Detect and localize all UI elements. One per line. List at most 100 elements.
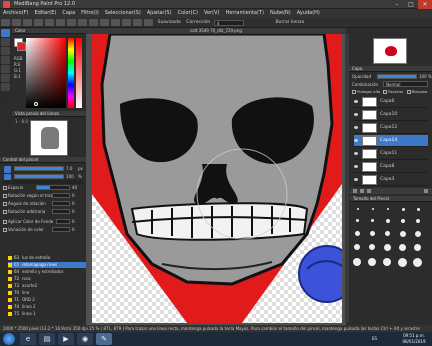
color-variation-slider[interactable] — [52, 227, 70, 232]
brush-size-dot[interactable] — [400, 231, 406, 237]
brush-opacity-slider[interactable] — [14, 174, 64, 179]
list-item[interactable]: 74 linea 2 — [8, 304, 86, 310]
menu-view[interactable]: Ver(V) — [201, 9, 223, 18]
brush-size-dot[interactable] — [384, 244, 391, 251]
option-color-variation[interactable]: Variación de color — [3, 227, 44, 232]
rotation-angle-checkbox[interactable] — [3, 202, 7, 206]
undo-icon[interactable] — [23, 19, 32, 26]
clip-checkbox[interactable] — [383, 90, 388, 94]
delete-layer-icon[interactable] — [424, 189, 428, 193]
brush-size-dot[interactable] — [387, 208, 389, 210]
navigator-thumbnail[interactable] — [30, 120, 68, 156]
menu-filter[interactable]: Filtro(I) — [78, 9, 102, 18]
brush-size-slider[interactable] — [14, 166, 64, 171]
snap-icon[interactable] — [111, 19, 120, 26]
option-rotation-random[interactable]: Rotación arbitraria — [3, 209, 45, 214]
layer-row[interactable]: Capa8 — [354, 161, 428, 173]
bucket-icon[interactable] — [1, 56, 10, 64]
zoom-icon[interactable] — [144, 19, 153, 26]
folder-layer-icon[interactable] — [367, 189, 371, 193]
bg-color-checkbox[interactable] — [3, 220, 7, 224]
brush-size-dot[interactable] — [413, 258, 422, 267]
option-rotation-angle[interactable]: Ángulo de rotación — [3, 201, 46, 206]
rotation-random-checkbox[interactable] — [3, 210, 7, 214]
minimize-button[interactable]: – — [390, 0, 404, 9]
list-item[interactable]: 65 relamapngo.rines — [8, 262, 86, 268]
copy-layer-icon[interactable] — [360, 189, 364, 193]
brush-size-dot[interactable] — [371, 219, 374, 222]
list-item[interactable]: 75 linea 1 — [8, 311, 86, 317]
rotation-stroke-slider[interactable] — [52, 193, 70, 198]
list-item[interactable]: 73 acorte2 — [8, 283, 86, 289]
eye-icon[interactable] — [354, 113, 358, 116]
hue-slider[interactable] — [68, 38, 74, 108]
layer-row[interactable]: Capa3 — [354, 174, 428, 186]
brush-size-dot[interactable] — [398, 258, 407, 267]
menu-tool[interactable]: Herramienta(T) — [223, 9, 267, 18]
option-spacing[interactable]: Espacio — [3, 185, 23, 190]
ie-icon[interactable]: e — [20, 333, 36, 345]
correction-select[interactable]: 4 — [213, 20, 244, 26]
menu-help[interactable]: Ayuda(H) — [294, 9, 323, 18]
brush-size-dot[interactable] — [399, 244, 406, 251]
start-button-icon[interactable] — [3, 333, 15, 345]
menu-file[interactable]: Archivo(F) — [0, 9, 31, 18]
lock-checkbox[interactable] — [406, 90, 411, 94]
layer-row[interactable]: Capa14 — [354, 135, 428, 147]
folder-icon[interactable]: ▤ — [39, 333, 55, 345]
brush-size-dot[interactable] — [386, 219, 390, 223]
color-variation-checkbox[interactable] — [3, 228, 7, 232]
selection-icon[interactable] — [1, 74, 10, 82]
menu-color[interactable]: Color(C) — [175, 9, 201, 18]
list-item[interactable]: 71 ORD 2 — [8, 297, 86, 303]
brush-size-dot[interactable] — [355, 231, 360, 236]
rotation-stroke-checkbox[interactable] — [3, 194, 7, 198]
move-icon[interactable] — [89, 19, 98, 26]
brush-size-dot[interactable] — [356, 219, 359, 222]
spacing-checkbox[interactable] — [3, 186, 7, 190]
pen-tool-icon[interactable] — [1, 29, 10, 37]
protect-alpha-checkbox[interactable] — [352, 90, 356, 94]
media-player-icon[interactable]: ▶ — [58, 333, 74, 345]
menu-layer[interactable]: Capa — [59, 9, 78, 18]
brush-size-dot[interactable] — [357, 208, 359, 210]
dot-icon[interactable] — [1, 47, 10, 55]
rotation-angle-slider[interactable] — [52, 201, 70, 206]
saturation-value-picker[interactable] — [26, 38, 66, 108]
eye-icon[interactable] — [354, 178, 358, 181]
gradient-icon[interactable] — [1, 65, 10, 73]
brush-size-dot[interactable] — [414, 244, 421, 251]
brush-size-dot[interactable] — [385, 231, 390, 236]
list-item[interactable]: 63 luz de estrella — [8, 255, 86, 261]
select-icon[interactable] — [78, 19, 87, 26]
clear-canvas-button[interactable]: Borrar lienzo — [275, 18, 304, 28]
medibang-icon[interactable]: ✎ — [96, 333, 112, 345]
eye-icon[interactable] — [354, 139, 358, 142]
magic-wand-icon[interactable] — [1, 83, 10, 91]
brush-size-dot[interactable] — [401, 219, 405, 223]
layer-opacity-slider[interactable] — [377, 74, 417, 79]
eraser-tool-icon[interactable] — [12, 19, 21, 26]
brush-tool-icon[interactable] — [1, 19, 10, 26]
menu-select[interactable]: Seleccionar(S) — [102, 9, 144, 18]
eye-icon[interactable] — [354, 100, 358, 103]
language-indicator[interactable]: ES — [372, 336, 377, 341]
bg-color-slider[interactable] — [56, 219, 70, 224]
text-icon[interactable] — [67, 19, 76, 26]
rotation-random-slider[interactable] — [52, 209, 70, 214]
brush-size-dot[interactable] — [353, 258, 361, 266]
brush-size-dot[interactable] — [354, 244, 360, 250]
layer-row[interactable]: Capa12 — [354, 122, 428, 134]
redo-icon[interactable] — [34, 19, 43, 26]
blend-mode-select[interactable]: Normal — [383, 81, 428, 87]
picker-cursor[interactable] — [34, 102, 38, 106]
alpha-slider[interactable] — [76, 38, 82, 108]
menu-adjust[interactable]: Ajustar(S) — [144, 9, 175, 18]
spacing-slider[interactable] — [36, 185, 70, 190]
chrome-icon[interactable]: ◉ — [77, 333, 93, 345]
brush-size-dot[interactable] — [402, 208, 405, 211]
layer-row[interactable]: Capa6 — [354, 96, 428, 108]
list-item[interactable]: 72 rosa — [8, 276, 86, 282]
new-layer-icon[interactable] — [353, 189, 357, 193]
brush-size-dot[interactable] — [415, 231, 421, 237]
